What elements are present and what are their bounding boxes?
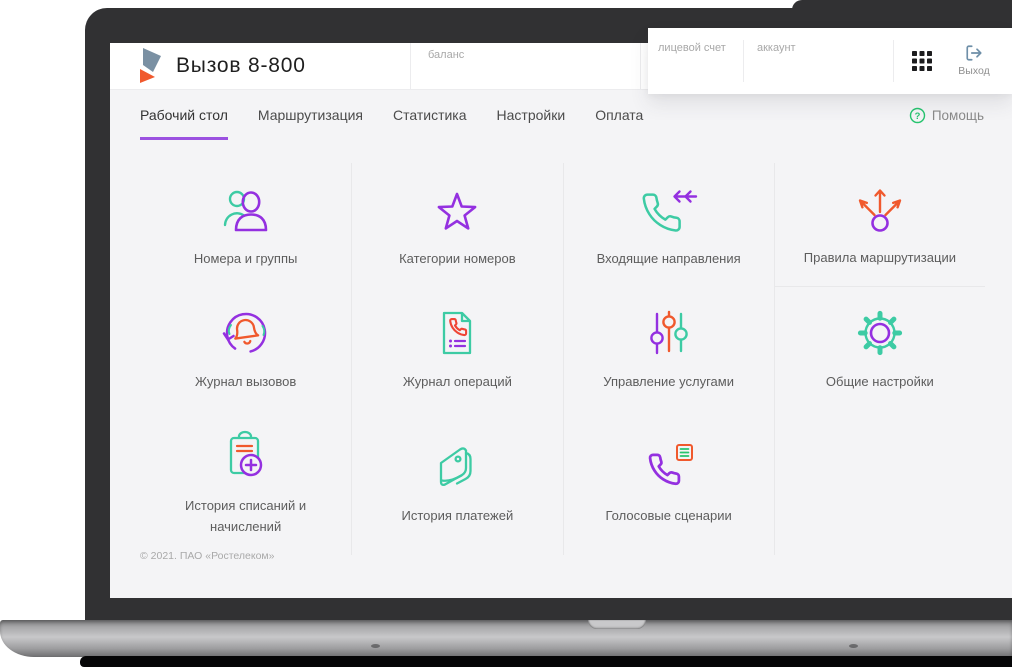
laptop-lid-latch bbox=[588, 620, 646, 629]
routing-icon bbox=[852, 180, 908, 238]
copyright-text: © 2021. ПАО «Ростелеком» bbox=[140, 550, 275, 562]
apps-grid-icon bbox=[912, 51, 932, 71]
empty-grid-cell bbox=[773, 410, 985, 555]
balance-label: баланс bbox=[428, 49, 465, 61]
dashboard-grid: Номера и группы Категории номеров Входящ… bbox=[140, 163, 985, 555]
tile-label: Общие настройки bbox=[825, 374, 934, 390]
tab-payment[interactable]: Оплата bbox=[595, 90, 643, 140]
logout-icon bbox=[966, 45, 982, 61]
main-nav: Рабочий стол Маршрутизация Статистика На… bbox=[110, 90, 1012, 140]
personal-account-label: лицевой счет bbox=[658, 42, 726, 54]
panel-divider bbox=[893, 40, 894, 82]
tile-label: Журнал вызовов bbox=[195, 374, 297, 390]
payments-history-icon bbox=[429, 438, 485, 496]
tile-label: Правила маршрутизации bbox=[803, 250, 956, 266]
app-header: Вызов 8-800 баланс лицевой счет аккаунт bbox=[110, 28, 1012, 94]
tile-label: История платежей bbox=[401, 508, 514, 524]
rostelecom-logo-icon bbox=[140, 48, 161, 83]
logout-button[interactable]: Выход bbox=[946, 44, 1002, 77]
help-link[interactable]: ? Помощь bbox=[909, 90, 984, 140]
svg-text:?: ? bbox=[914, 110, 920, 121]
app-screen: Вызов 8-800 баланс лицевой счет аккаунт bbox=[110, 28, 1012, 598]
call-log-icon bbox=[218, 304, 274, 362]
logout-label: Выход bbox=[958, 65, 990, 77]
tile-label: Входящие направления bbox=[596, 250, 741, 266]
voice-scenarios-icon bbox=[639, 438, 699, 496]
star-icon bbox=[429, 181, 485, 239]
tile-label: Голосовые сценарии bbox=[605, 508, 732, 524]
settings-gear-icon bbox=[852, 304, 908, 362]
tile-number-categories[interactable]: Категории номеров bbox=[351, 163, 562, 287]
account-panel: лицевой счет аккаунт Выход bbox=[648, 28, 1012, 94]
tile-operations-log[interactable]: Журнал операций bbox=[351, 287, 562, 410]
tab-statistics[interactable]: Статистика bbox=[393, 90, 467, 140]
laptop-base bbox=[0, 620, 1012, 657]
tab-settings[interactable]: Настройки bbox=[497, 90, 566, 140]
services-sliders-icon bbox=[641, 304, 697, 362]
laptop-screw bbox=[849, 644, 858, 648]
laptop-bottom-edge bbox=[80, 656, 1012, 667]
tile-payments-history[interactable]: История платежей bbox=[351, 410, 562, 555]
tile-label: История списаний и начислений bbox=[185, 498, 307, 534]
tile-general-settings[interactable]: Общие настройки bbox=[773, 287, 985, 410]
tile-label: Категории номеров bbox=[399, 250, 516, 266]
tile-numbers-groups[interactable]: Номера и группы bbox=[140, 163, 351, 287]
tab-desktop[interactable]: Рабочий стол bbox=[140, 90, 228, 140]
app-title: Вызов 8-800 bbox=[176, 54, 306, 77]
tile-call-log[interactable]: Журнал вызовов bbox=[140, 287, 351, 410]
laptop-bezel-top-right bbox=[792, 0, 1012, 30]
tile-label: Номера и группы bbox=[193, 250, 298, 266]
tile-services-management[interactable]: Управление услугами bbox=[562, 287, 774, 410]
tile-label: Журнал операций bbox=[402, 374, 512, 390]
help-question-icon: ? bbox=[909, 107, 926, 123]
laptop-screw bbox=[371, 644, 380, 648]
tile-label: Управление услугами bbox=[603, 374, 734, 390]
tab-routing[interactable]: Маршрутизация bbox=[258, 90, 363, 140]
people-icon bbox=[218, 181, 274, 239]
tile-charges-history[interactable]: История списаний и начислений bbox=[140, 410, 351, 555]
panel-divider bbox=[743, 40, 744, 82]
incoming-call-icon bbox=[639, 181, 699, 239]
header-divider bbox=[410, 43, 411, 90]
charges-history-icon bbox=[218, 428, 274, 486]
operations-log-icon bbox=[429, 304, 485, 362]
apps-grid-button[interactable] bbox=[912, 51, 932, 71]
account-label: аккаунт bbox=[757, 42, 796, 54]
header-divider bbox=[640, 43, 641, 90]
tile-routing-rules[interactable]: Правила маршрутизации bbox=[773, 163, 985, 287]
tile-incoming-directions[interactable]: Входящие направления bbox=[562, 163, 774, 287]
tile-voice-scenarios[interactable]: Голосовые сценарии bbox=[562, 410, 774, 555]
help-label: Помощь bbox=[931, 107, 984, 123]
